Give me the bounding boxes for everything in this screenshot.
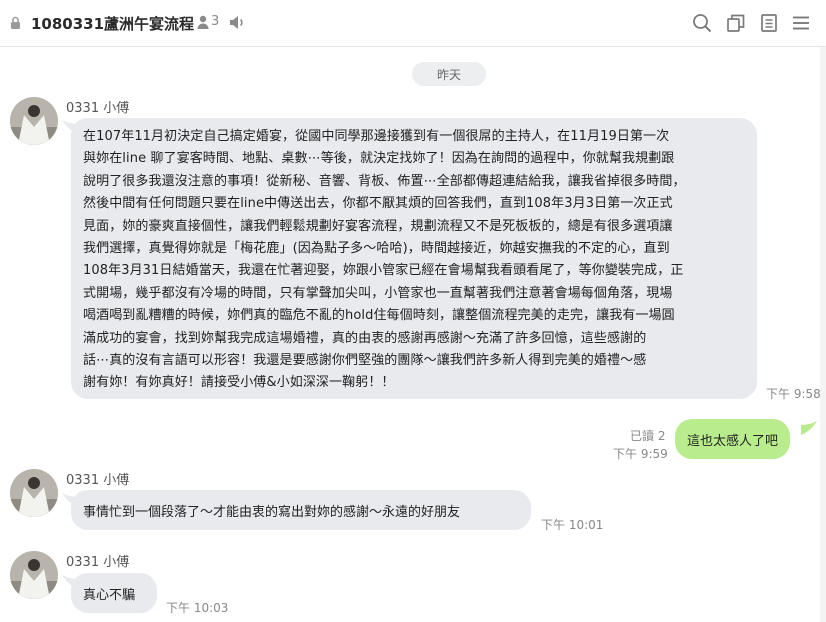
message-time: 下午 9:58	[766, 387, 821, 401]
message-bubble[interactable]: 事情忙到一個段落了～才能由衷的寫出對妳的感謝～永遠的好朋友	[71, 490, 531, 530]
message-text: 真心不騙	[83, 587, 136, 603]
message-line: 謝有妳！有妳真好！請接受小傅&小如深深一鞠躬！！	[83, 375, 395, 391]
date-divider: 昨天	[412, 62, 486, 86]
read-receipt: 已讀 2	[630, 429, 666, 443]
member-count[interactable]: 3	[197, 14, 219, 29]
message-time: 下午 10:03	[166, 601, 229, 615]
avatar-photo	[10, 469, 58, 517]
chat-title: 1080331蘆洲午宴流程	[31, 15, 195, 33]
avatar[interactable]	[10, 97, 58, 145]
message-line: 與妳在line 聊了宴客時間、地點、桌數⋯等後，就決定找妳了！因為在詢問的過程中…	[83, 151, 675, 167]
avatar[interactable]	[10, 551, 58, 599]
message-line: 然後中間有任何問題只要在line中傳送出去，你都不厭其煩的回答我們，直到108年…	[83, 196, 673, 212]
message-line: 我們選擇，真覺得妳就是「梅花鹿」(因為點子多～哈哈)，時間越接近，妳越安撫我的不…	[83, 241, 670, 257]
speaker-icon[interactable]	[229, 14, 246, 31]
message-line: 見面，妳的豪爽直接個性，讓我們輕鬆規劃好宴客流程，規劃流程又不是死板板的，總是有…	[83, 218, 673, 234]
avatar[interactable]	[10, 469, 58, 517]
message-line: 式開場，幾乎都沒有冷場的時間，只有掌聲加尖叫，小管家也一直幫著我們注意著會場每個…	[83, 285, 673, 301]
search-icon[interactable]	[691, 12, 713, 34]
message-time: 下午 10:01	[541, 518, 604, 532]
scrollbar[interactable]	[820, 47, 826, 622]
copy-icon[interactable]	[725, 12, 747, 34]
message-line: 108年3月31日結婚當天，我還在忙著迎娶，妳跟小管家已經在會場幫我看頭看尾了，…	[83, 263, 684, 279]
message-text: 事情忙到一個段落了～才能由衷的寫出對妳的感謝～永遠的好朋友	[83, 504, 461, 520]
sender-name: 0331 小傅	[66, 101, 130, 116]
my-message-bubble[interactable]: 這也太感人了吧	[675, 419, 791, 459]
message-bubble[interactable]: 真心不騙	[71, 573, 157, 613]
message-line: 說明了很多我還沒注意的事項！從新秘、音響、背板、佈置⋯全部都傳超連結給我，讓我省…	[83, 173, 686, 189]
message-line: 在107年11月初決定自己搞定婚宴，從國中同學那邊接獲到有一個很屌的主持人，在1…	[83, 129, 670, 144]
chat-header: 1080331蘆洲午宴流程 3	[0, 0, 826, 47]
message-line: 話⋯真的沒有言語可以形容！我還是要感謝你們堅強的團隊～讓我們許多新人得到完美的婚…	[83, 353, 647, 369]
avatar-photo	[10, 97, 58, 145]
message-line: 喝酒喝到亂糟糟的時候，妳們真的臨危不亂的hold住每個時刻，讓整個流程完美的走完…	[83, 308, 675, 324]
avatar-photo	[10, 551, 58, 599]
sender-name: 0331 小傅	[66, 473, 130, 488]
person-icon	[197, 15, 209, 29]
notes-icon[interactable]	[758, 12, 780, 34]
message-time: 下午 9:59	[613, 447, 668, 461]
message-text: 這也太感人了吧	[687, 433, 779, 449]
message-bubble[interactable]: 在107年11月初決定自己搞定婚宴，從國中同學那邊接獲到有一個很屌的主持人，在1…	[71, 118, 757, 399]
bubble-tail	[801, 421, 817, 435]
menu-icon[interactable]	[790, 12, 812, 34]
message-line: 滿成功的宴會，找到妳幫我完成這場婚禮，真的由衷的感謝再感謝～充滿了許多回憶，這些…	[83, 330, 647, 346]
member-count-label: 3	[211, 14, 220, 29]
lock-icon	[11, 16, 20, 29]
sender-name: 0331 小傅	[66, 555, 130, 570]
